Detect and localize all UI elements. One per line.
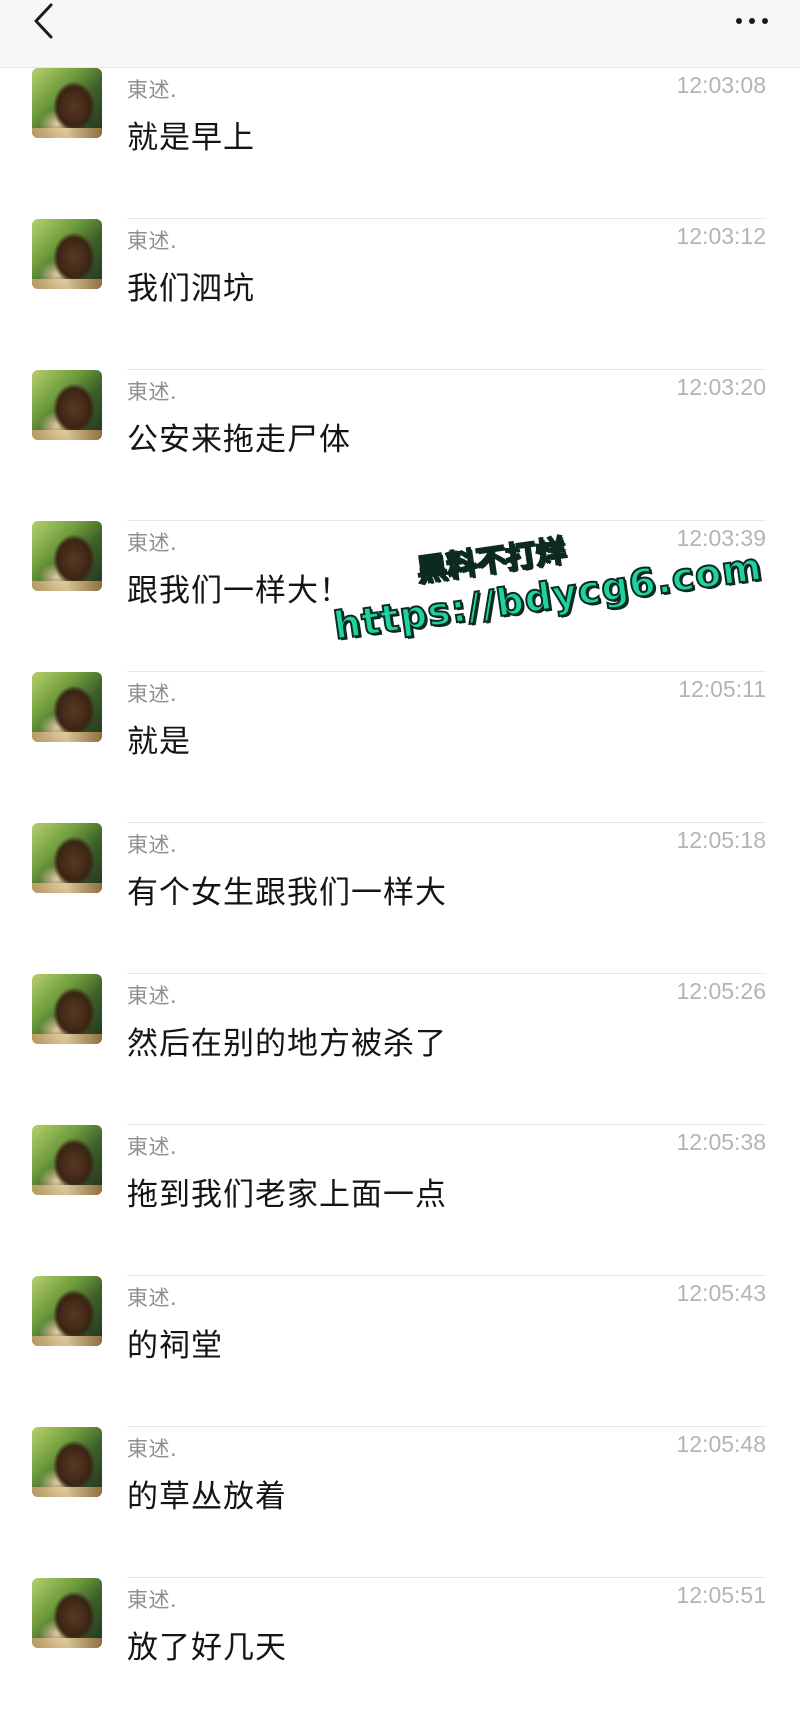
message-time: 12:05:48	[676, 1431, 766, 1457]
message-text[interactable]: 公安来拖走尸体	[127, 414, 351, 459]
avatar[interactable]	[32, 68, 102, 138]
message-text[interactable]: 拖到我们老家上面一点	[127, 1169, 447, 1214]
message-text[interactable]: 我们泗坑	[127, 263, 255, 308]
avatar[interactable]	[32, 974, 102, 1044]
more-options-button[interactable]	[724, 0, 780, 42]
avatar[interactable]	[32, 1427, 102, 1497]
sender-name: 東述.	[127, 1588, 178, 1612]
message-text[interactable]: 然后在别的地方被杀了	[127, 1018, 447, 1063]
message-item[interactable]: 東述. 12:03:08 就是早上	[0, 68, 800, 219]
sender-name: 東述.	[127, 833, 178, 857]
sender-name: 東述.	[127, 229, 178, 253]
message-item[interactable]: 東述. 12:05:38 拖到我们老家上面一点	[0, 1125, 800, 1276]
avatar[interactable]	[32, 823, 102, 893]
message-text[interactable]: 就是	[127, 716, 191, 761]
avatar[interactable]	[32, 1125, 102, 1195]
message-time: 12:03:20	[676, 374, 766, 400]
message-item[interactable]: 東述. 12:05:43 的祠堂	[0, 1276, 800, 1427]
message-text[interactable]: 跟我们一样大！	[127, 565, 351, 610]
message-list: 東述. 12:03:08 就是早上 東述. 12:03:12 我们泗坑 東述. …	[0, 68, 800, 1673]
message-time: 12:05:18	[676, 827, 766, 853]
message-time: 12:03:12	[676, 223, 766, 249]
sender-name: 東述.	[127, 531, 178, 555]
avatar[interactable]	[32, 521, 102, 591]
message-item[interactable]: 東述. 12:05:11 就是	[0, 672, 800, 823]
message-text[interactable]: 有个女生跟我们一样大	[127, 867, 447, 912]
sender-name: 東述.	[127, 1437, 178, 1461]
sender-name: 東述.	[127, 984, 178, 1008]
message-item[interactable]: 東述. 12:03:12 我们泗坑	[0, 219, 800, 370]
avatar[interactable]	[32, 672, 102, 742]
top-bar	[0, 0, 800, 68]
back-button[interactable]	[20, 0, 68, 42]
chevron-left-icon	[34, 3, 53, 39]
message-time: 12:05:26	[676, 978, 766, 1004]
message-time: 12:03:39	[676, 525, 766, 551]
message-time: 12:05:11	[678, 676, 766, 702]
message-text[interactable]: 就是早上	[127, 112, 255, 157]
sender-name: 東述.	[127, 1286, 178, 1310]
message-time: 12:05:51	[676, 1582, 766, 1608]
message-time: 12:05:38	[676, 1129, 766, 1155]
avatar[interactable]	[32, 1578, 102, 1648]
avatar[interactable]	[32, 219, 102, 289]
avatar[interactable]	[32, 370, 102, 440]
message-item[interactable]: 東述. 12:05:51 放了好几天	[0, 1578, 800, 1729]
message-time: 12:05:43	[676, 1280, 766, 1306]
avatar[interactable]	[32, 1276, 102, 1346]
message-item[interactable]: 東述. 12:03:20 公安来拖走尸体	[0, 370, 800, 521]
sender-name: 東述.	[127, 682, 178, 706]
message-text[interactable]: 放了好几天	[127, 1622, 287, 1667]
message-item[interactable]: 東述. 12:03:39 跟我们一样大！	[0, 521, 800, 672]
more-horizontal-icon	[736, 18, 768, 24]
sender-name: 東述.	[127, 78, 178, 102]
message-item[interactable]: 東述. 12:05:26 然后在别的地方被杀了	[0, 974, 800, 1125]
message-time: 12:03:08	[676, 72, 766, 98]
message-text[interactable]: 的草丛放着	[127, 1471, 287, 1516]
sender-name: 東述.	[127, 1135, 178, 1159]
message-item[interactable]: 東述. 12:05:48 的草丛放着	[0, 1427, 800, 1578]
message-item[interactable]: 東述. 12:05:18 有个女生跟我们一样大	[0, 823, 800, 974]
message-text[interactable]: 的祠堂	[127, 1320, 223, 1365]
sender-name: 東述.	[127, 380, 178, 404]
